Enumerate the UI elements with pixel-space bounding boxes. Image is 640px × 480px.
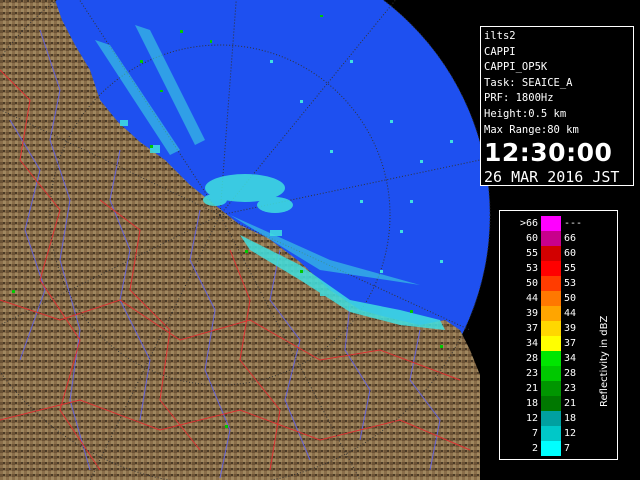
legend-high-value: 28 xyxy=(564,368,577,379)
legend-swatch xyxy=(541,441,561,456)
site-name: ilts2 xyxy=(484,30,516,42)
legend-row: 44 50 xyxy=(506,291,596,306)
legend-low-value: 21 xyxy=(525,383,538,394)
legend-high-value: 23 xyxy=(564,383,577,394)
legend-low-value: 37 xyxy=(525,323,538,334)
legend-high-value: 12 xyxy=(564,428,577,439)
legend-swatch xyxy=(541,396,561,411)
task-name: Task: SEAICE_A xyxy=(484,76,573,89)
legend-low-value: 12 xyxy=(525,413,538,424)
legend-low-value: >66 xyxy=(519,218,538,229)
color-scale: >66 --- 60 66 55 60 53 55 50 53 44 50 39 44 37 39 34 37 28… xyxy=(506,216,596,456)
legend-low-value: 53 xyxy=(525,263,538,274)
legend-swatch xyxy=(541,336,561,351)
legend-high-value: 60 xyxy=(564,248,577,259)
legend-high-value: 39 xyxy=(564,323,577,334)
legend-low-value: 60 xyxy=(525,233,538,244)
legend-swatch xyxy=(541,216,561,231)
legend-high-value: 18 xyxy=(564,413,577,424)
legend-low-value: 23 xyxy=(525,368,538,379)
height-value: Height:0.5 km xyxy=(484,107,567,120)
max-range-value: Max Range:80 km xyxy=(484,123,579,136)
legend-row: 7 12 xyxy=(506,426,596,441)
legend-low-value: 50 xyxy=(525,278,538,289)
legend-low-value: 34 xyxy=(525,338,538,349)
legend-row: 12 18 xyxy=(506,411,596,426)
legend-swatch xyxy=(541,351,561,366)
legend-swatch xyxy=(541,276,561,291)
legend-row: 60 66 xyxy=(506,231,596,246)
legend-row: 21 23 xyxy=(506,381,596,396)
product-name: CAPPI_OP5K xyxy=(484,61,548,74)
legend-swatch xyxy=(541,306,561,321)
legend-high-value: 55 xyxy=(564,263,577,274)
legend-swatch xyxy=(541,261,561,276)
legend-swatch xyxy=(541,381,561,396)
legend-swatch xyxy=(541,411,561,426)
legend-row: 55 60 xyxy=(506,246,596,261)
legend-swatch xyxy=(541,321,561,336)
legend-low-value: 39 xyxy=(525,308,538,319)
legend-swatch xyxy=(541,246,561,261)
scale-unit-label: Reflectivity in dBZ xyxy=(599,315,610,407)
legend-row: 34 37 xyxy=(506,336,596,351)
legend-high-value: 37 xyxy=(564,338,577,349)
legend-row: 39 44 xyxy=(506,306,596,321)
legend-row: 37 39 xyxy=(506,321,596,336)
legend-row: >66 --- xyxy=(506,216,596,231)
legend-row: 28 34 xyxy=(506,351,596,366)
legend-low-value: 28 xyxy=(525,353,538,364)
legend-high-value: 53 xyxy=(564,278,577,289)
legend-swatch xyxy=(541,366,561,381)
legend-high-value: 66 xyxy=(564,233,577,244)
legend-low-value: 18 xyxy=(525,398,538,409)
legend-swatch xyxy=(541,231,561,246)
legend-low-value: 7 xyxy=(531,428,538,439)
product-type: CAPPI xyxy=(484,45,516,58)
color-scale-legend: >66 --- 60 66 55 60 53 55 50 53 44 50 39 44 37 39 34 37 28… xyxy=(499,210,618,460)
observation-time: 12:30:00 xyxy=(484,138,613,168)
legend-row: 27 xyxy=(506,441,596,456)
legend-swatch xyxy=(541,291,561,306)
legend-high-value: 44 xyxy=(564,308,577,319)
radar-info-panel: ilts2 CAPPI CAPPI_OP5K Task: SEAICE_A PR… xyxy=(480,26,634,186)
observation-date: 26 MAR 2016 JST xyxy=(484,168,620,187)
legend-row: 53 55 xyxy=(506,261,596,276)
prf-value: PRF: 1800Hz xyxy=(484,92,554,105)
legend-swatch xyxy=(541,426,561,441)
legend-row: 50 53 xyxy=(506,276,596,291)
legend-high-value: 21 xyxy=(564,398,577,409)
legend-high-value: --- xyxy=(564,218,583,229)
legend-low-value: 2 xyxy=(531,443,538,454)
legend-high-value: 7 xyxy=(564,443,571,454)
legend-row: 23 28 xyxy=(506,366,596,381)
legend-low-value: 55 xyxy=(525,248,538,259)
legend-low-value: 44 xyxy=(525,293,538,304)
legend-high-value: 50 xyxy=(564,293,577,304)
legend-row: 18 21 xyxy=(506,396,596,411)
legend-high-value: 34 xyxy=(564,353,577,364)
